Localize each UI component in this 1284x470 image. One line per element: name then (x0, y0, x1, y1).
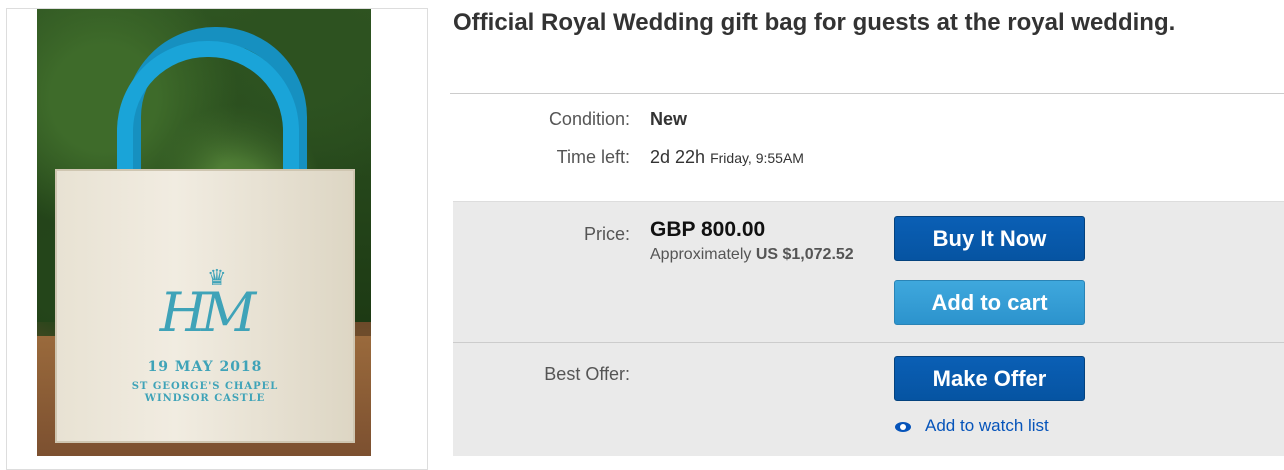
condition-label: Condition: (548, 109, 630, 129)
time-left-duration: 2d 22h (650, 147, 706, 167)
listing-title: Official Royal Wedding gift bag for gues… (453, 9, 1176, 36)
price-label: Price: (583, 224, 630, 244)
price-value: GBP 800.00 (650, 218, 766, 241)
approx-value: US $1,072.52 (755, 246, 854, 263)
product-photo[interactable]: ♛ HM 19 MAY 2018 ST GEORGE'S CHAPEL WIND… (37, 9, 371, 456)
bag-place-line2: WINDSOR CASTLE (144, 393, 266, 404)
image-frame: ♛ HM 19 MAY 2018 ST GEORGE'S CHAPEL WIND… (6, 8, 428, 470)
eye-icon (895, 421, 911, 432)
watch-list-label: Add to watch list (925, 416, 1049, 435)
add-to-watch-list-link[interactable]: Add to watch list (895, 416, 1049, 436)
approx-price: Approximately US $1,072.52 (650, 246, 854, 264)
offer-panel (453, 342, 1284, 456)
time-left-label: Time left: (556, 147, 630, 167)
gift-bag: ♛ HM 19 MAY 2018 ST GEORGE'S CHAPEL WIND… (55, 169, 355, 443)
bag-place-line1: ST GEORGE'S CHAPEL (131, 381, 279, 392)
condition-value: New (650, 109, 688, 129)
best-offer-label: Best Offer: (544, 364, 630, 384)
time-left-value: 2d 22h Friday, 9:55AM (650, 147, 804, 168)
time-left-end: Friday, 9:55AM (710, 150, 804, 166)
approx-prefix: Approximately (650, 246, 752, 263)
title-divider (450, 93, 1284, 94)
add-to-cart-button[interactable]: Add to cart (894, 280, 1085, 325)
make-offer-button[interactable]: Make Offer (894, 356, 1085, 401)
buy-it-now-button[interactable]: Buy It Now (894, 216, 1085, 261)
bag-monogram: HM (159, 281, 256, 344)
price-panel (453, 201, 1284, 342)
bag-date: 19 MAY 2018 (147, 359, 263, 375)
